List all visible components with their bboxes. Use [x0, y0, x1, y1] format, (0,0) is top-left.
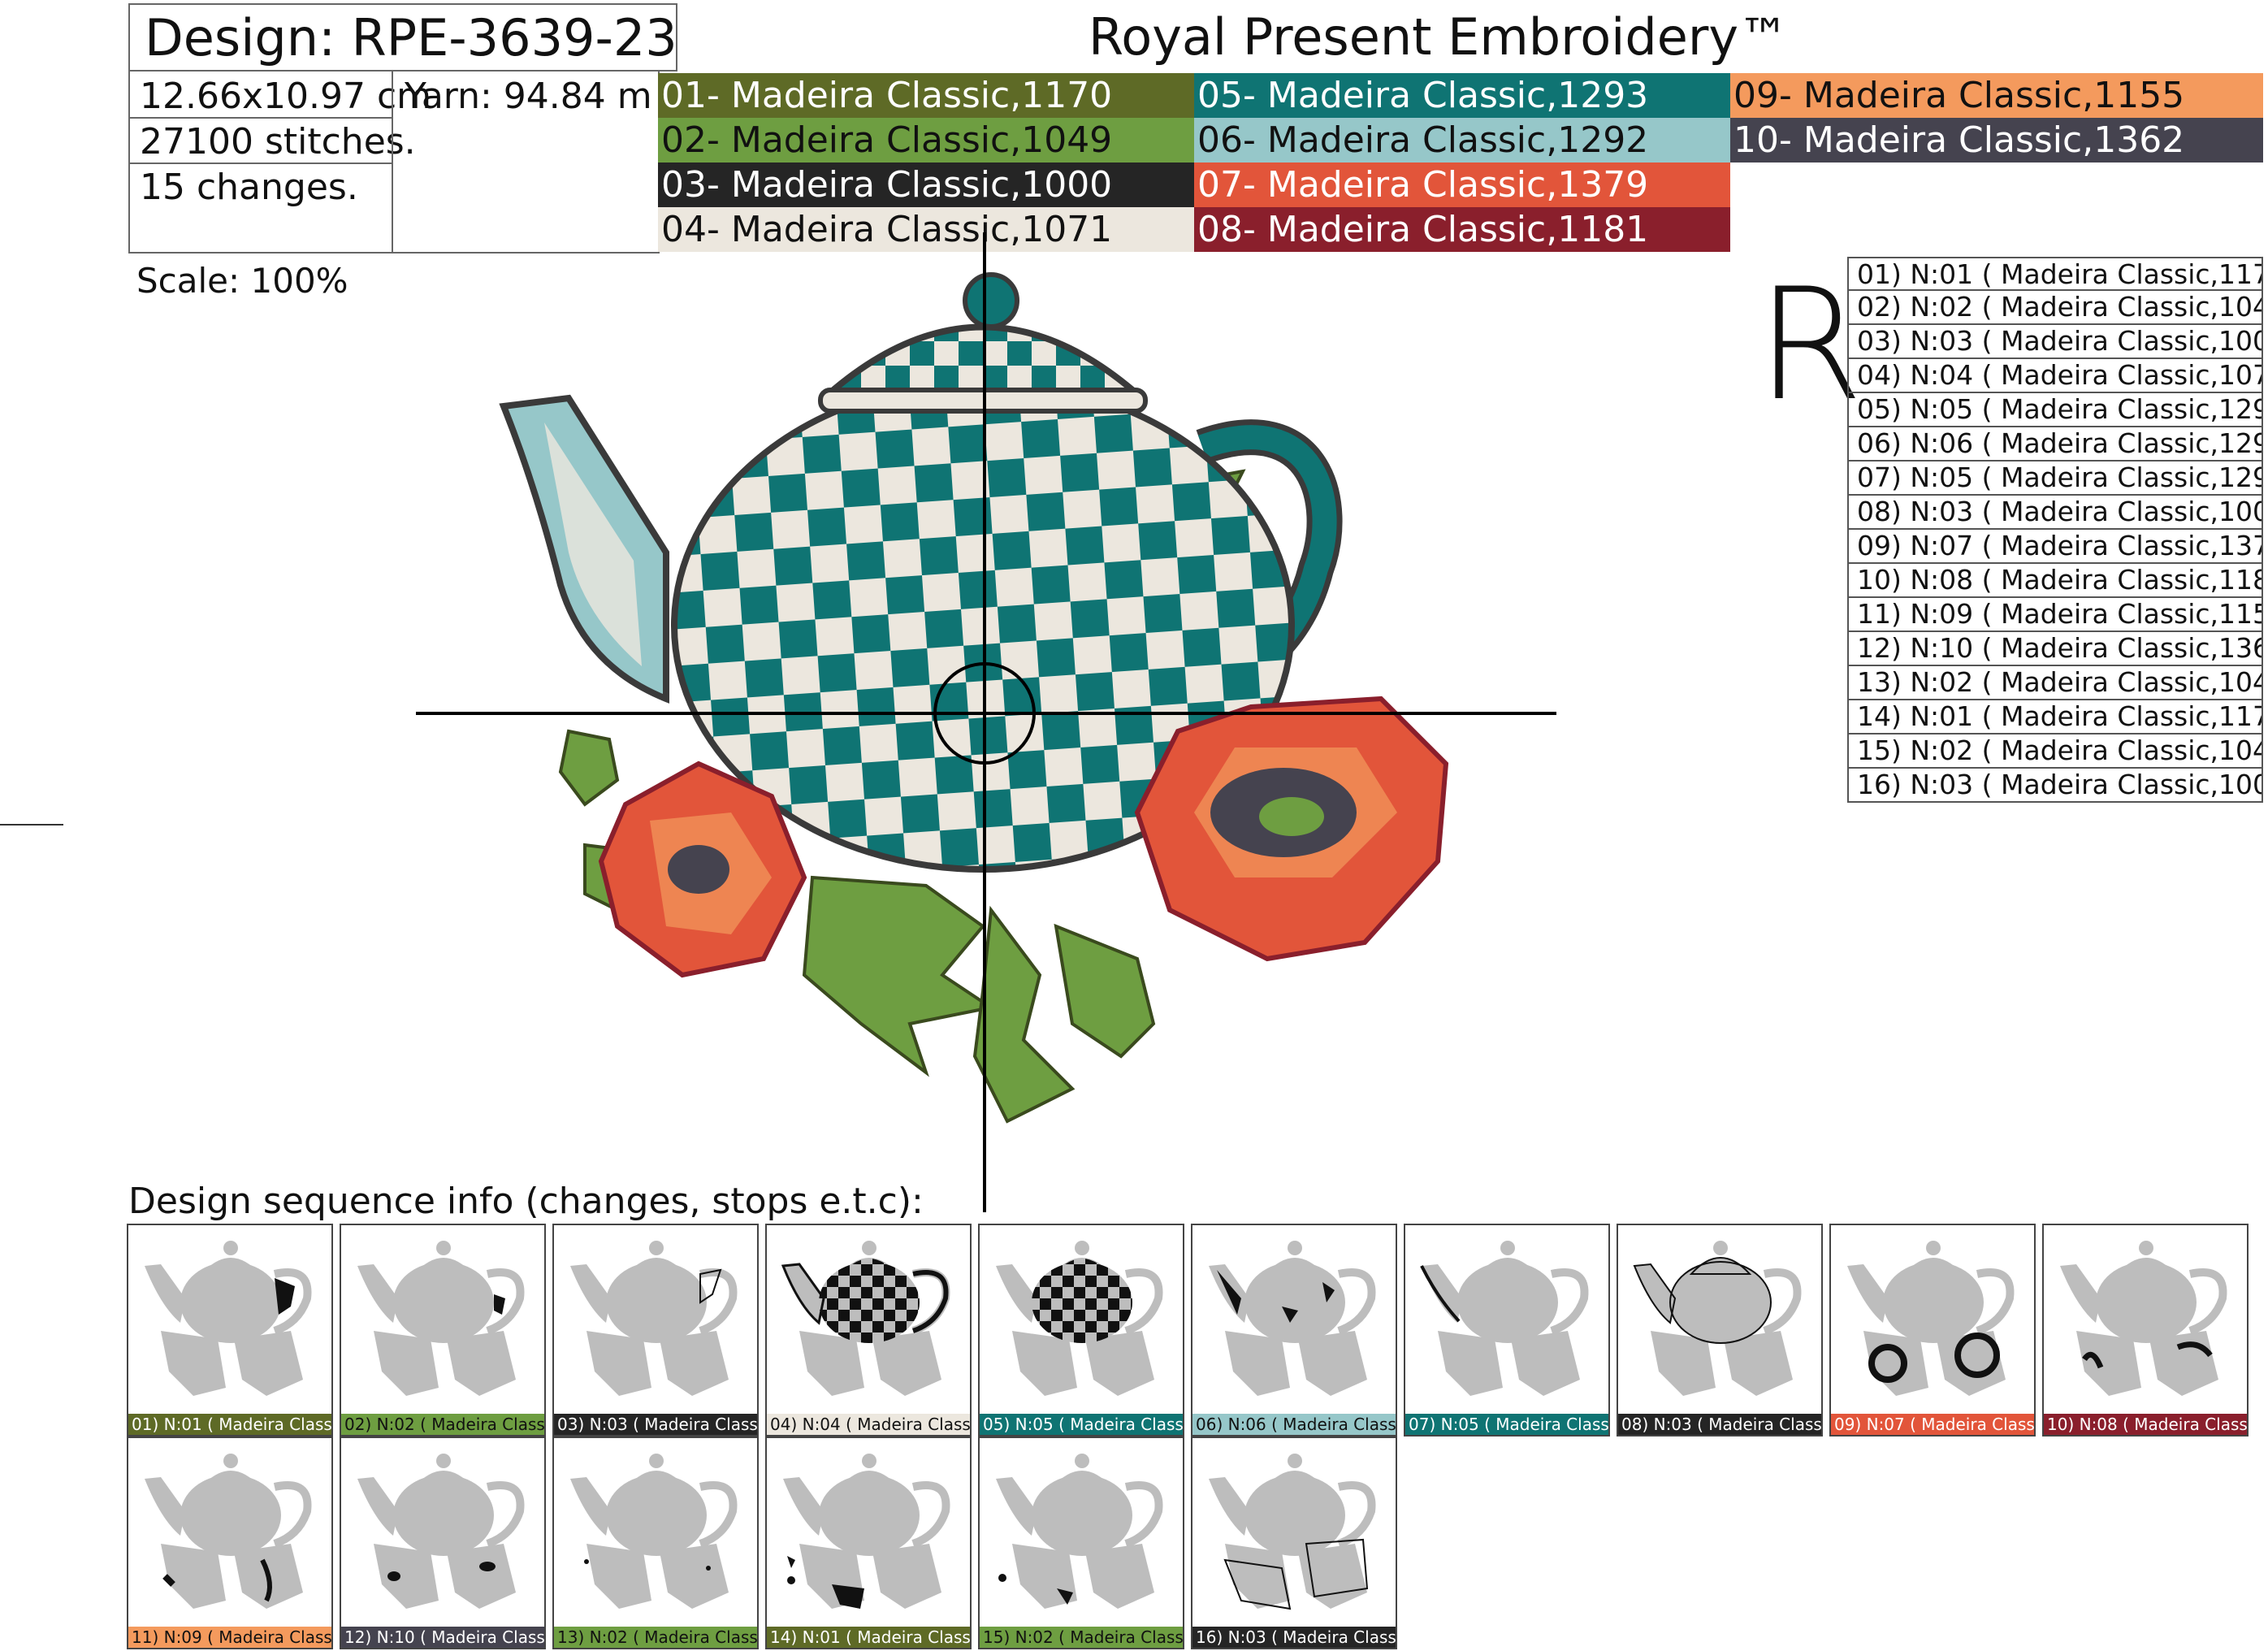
thread-05: 05- Madeira Classic,1293	[1194, 73, 1730, 118]
sequence-row: 01) N:01 ( Madeira Classic,1170)	[1847, 257, 2263, 291]
thread-10: 10- Madeira Classic,1362	[1730, 118, 2263, 162]
sequence-row: 05) N:05 ( Madeira Classic,1293)	[1847, 393, 2263, 427]
sequence-row: 02) N:02 ( Madeira Classic,1049)	[1847, 291, 2263, 325]
margin-tick	[0, 824, 63, 826]
thread-07: 07- Madeira Classic,1379	[1194, 162, 1730, 207]
poppy-right	[1134, 696, 1449, 962]
thumbnail-caption: 03) N:03 ( Madeira Classic,1000)	[554, 1414, 757, 1435]
sequence-row: 03) N:03 ( Madeira Classic,1000)	[1847, 325, 2263, 359]
thumbnail-caption: 14) N:01 ( Madeira Classic,1170)	[767, 1627, 970, 1648]
thumbnail-caption: 05) N:05 ( Madeira Classic,1293)	[980, 1414, 1183, 1435]
brand-title: Royal Present Embroidery™	[1089, 7, 1790, 67]
stitch-count: 27100 stitches.	[140, 121, 416, 162]
thumbnail-caption: 08) N:03 ( Madeira Classic,1000)	[1618, 1414, 1821, 1435]
sequence-row: 14) N:01 ( Madeira Classic,1170)	[1847, 700, 2263, 734]
sequence-thumbnail: 10) N:08 ( Madeira Classic,1181)	[2042, 1224, 2249, 1436]
teapot-knob	[963, 272, 1019, 329]
thumbnail-caption: 06) N:06 ( Madeira Classic,1292)	[1192, 1414, 1396, 1435]
sequence-thumbnail: 13) N:02 ( Madeira Classic,1049)	[552, 1436, 759, 1649]
sequence-thumbnail: 15) N:02 ( Madeira Classic,1049)	[978, 1436, 1184, 1649]
sequence-thumbnail: 02) N:02 ( Madeira Classic,1049)	[340, 1224, 546, 1436]
sequence-thumbnail: 01) N:01 ( Madeira Classic,1170)	[127, 1224, 333, 1436]
thumbnail-caption: 16) N:03 ( Madeira Classic,1000)	[1192, 1627, 1396, 1648]
thread-01: 01- Madeira Classic,1170	[658, 73, 1194, 118]
thread-06: 06- Madeira Classic,1292	[1194, 118, 1730, 162]
sequence-thumbnail: 12) N:10 ( Madeira Classic,1362)	[340, 1436, 546, 1649]
yarn-length: Yarn: 94.84 m	[405, 76, 652, 117]
scale-label: Scale: 100%	[136, 261, 348, 301]
thumbnail-caption: 02) N:02 ( Madeira Classic,1049)	[341, 1414, 544, 1435]
thumbnail-caption: 11) N:09 ( Madeira Classic,1155)	[128, 1627, 331, 1648]
sequence-thumbnail: 04) N:04 ( Madeira Classic,1071)	[765, 1224, 972, 1436]
poppy-left	[598, 760, 807, 978]
sequence-thumbnail: 09) N:07 ( Madeira Classic,1379)	[1829, 1224, 2036, 1436]
thumbnail-caption: 10) N:08 ( Madeira Classic,1181)	[2044, 1414, 2247, 1435]
sequence-thumbnail: 08) N:03 ( Madeira Classic,1000)	[1617, 1224, 1823, 1436]
sequence-thumbnail: 03) N:03 ( Madeira Classic,1000)	[552, 1224, 759, 1436]
thread-02: 02- Madeira Classic,1049	[658, 118, 1194, 162]
sequence-thumbnail: 07) N:05 ( Madeira Classic,1293)	[1404, 1224, 1610, 1436]
thumbnail-caption: 09) N:07 ( Madeira Classic,1379)	[1831, 1414, 2034, 1435]
sequence-thumbnail: 16) N:03 ( Madeira Classic,1000)	[1191, 1436, 1397, 1649]
thread-09: 09- Madeira Classic,1155	[1730, 73, 2263, 118]
sequence-row: 08) N:03 ( Madeira Classic,1000)	[1847, 496, 2263, 530]
sequence-thumbnail: 11) N:09 ( Madeira Classic,1155)	[127, 1436, 333, 1649]
thumbnail-caption: 13) N:02 ( Madeira Classic,1049)	[554, 1627, 757, 1648]
sequence-row: 16) N:03 ( Madeira Classic,1000)	[1847, 769, 2263, 803]
thumbnail-caption: 04) N:04 ( Madeira Classic,1071)	[767, 1414, 970, 1435]
thread-03: 03- Madeira Classic,1000	[658, 162, 1194, 207]
sequence-row: 07) N:05 ( Madeira Classic,1293)	[1847, 462, 2263, 496]
sequence-row: 12) N:10 ( Madeira Classic,1362)	[1847, 632, 2263, 666]
sequence-title: Design sequence info (changes, stops e.t…	[128, 1181, 924, 1222]
color-sequence-list: 01) N:01 ( Madeira Classic,1170) 02) N:02…	[1847, 257, 2263, 803]
sequence-thumbnail: 14) N:01 ( Madeira Classic,1170)	[765, 1436, 972, 1649]
design-size: 12.66x10.97 cm	[140, 76, 432, 117]
sequence-row: 11) N:09 ( Madeira Classic,1155)	[1847, 598, 2263, 632]
sequence-row: 09) N:07 ( Madeira Classic,1379)	[1847, 530, 2263, 564]
sequence-row: 10) N:08 ( Madeira Classic,1181)	[1847, 564, 2263, 598]
thumbnail-caption: 12) N:10 ( Madeira Classic,1362)	[341, 1627, 544, 1648]
sequence-thumbnail: 05) N:05 ( Madeira Classic,1293)	[978, 1224, 1184, 1436]
change-count: 15 changes.	[140, 167, 358, 208]
crosshair-circle	[933, 662, 1036, 765]
sequence-row: 04) N:04 ( Madeira Classic,1071)	[1847, 359, 2263, 393]
sequence-row: 06) N:06 ( Madeira Classic,1292)	[1847, 427, 2263, 462]
thumbnail-caption: 07) N:05 ( Madeira Classic,1293)	[1405, 1414, 1608, 1435]
thumbnail-caption: 01) N:01 ( Madeira Classic,1170)	[128, 1414, 331, 1435]
design-title: Design: RPE-3639-23	[128, 3, 677, 72]
design-info-box: 12.66x10.97 cm Yarn: 94.84 m 27100 stitc…	[128, 72, 660, 254]
sequence-row: 13) N:02 ( Madeira Classic,1049)	[1847, 666, 2263, 700]
sequence-thumbnail: 06) N:06 ( Madeira Classic,1292)	[1191, 1224, 1397, 1436]
sequence-row: 15) N:02 ( Madeira Classic,1049)	[1847, 734, 2263, 769]
thumbnail-caption: 15) N:02 ( Madeira Classic,1049)	[980, 1627, 1183, 1648]
